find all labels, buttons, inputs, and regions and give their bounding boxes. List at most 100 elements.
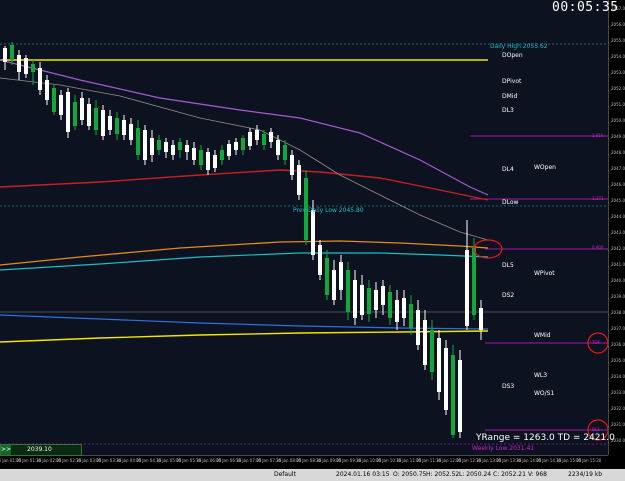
price-tick-label: 2036.08 (611, 342, 625, 347)
candle-body (227, 144, 231, 156)
ma-cyan-curve (0, 252, 489, 271)
candle-body (66, 92, 70, 132)
candle-body (178, 142, 182, 150)
status-datetime: 2024.01.16 03:15 (336, 471, 390, 478)
dl5-label: DL5 (502, 262, 514, 269)
candle-body (164, 142, 168, 152)
candle-body (31, 64, 35, 72)
price-tick-label: 2032.08 (611, 406, 625, 411)
price-tab-value: 2039.10 (27, 446, 52, 453)
candle-body (332, 270, 336, 300)
price-tick-label: 2053.08 (611, 70, 625, 75)
candle-body (129, 124, 133, 140)
candle-body (409, 304, 413, 328)
candle-body (192, 148, 196, 160)
time-tick-label: 16 Jan 15:30 (576, 458, 602, 463)
ma-purple-curve (0, 59, 489, 196)
time-axis[interactable]: 16 Jan 01:0016 Jan 01:3016 Jan 02:0016 J… (0, 455, 608, 470)
price-plot[interactable] (0, 0, 608, 455)
candle-body (87, 104, 91, 126)
status-profile: Default (274, 471, 296, 478)
candle-body (94, 108, 98, 130)
candle-body (80, 98, 84, 120)
candle-body (185, 145, 189, 152)
candle-body (276, 140, 280, 155)
candle-body (346, 270, 350, 312)
candle-body (325, 258, 329, 295)
dmid-label: DMid (502, 93, 518, 100)
price-tick-label: 2055.08 (611, 38, 625, 43)
dl3-label: DL3 (502, 107, 514, 114)
candle-body (311, 210, 315, 255)
candle-body (199, 150, 203, 165)
dl4-label: DL4 (502, 166, 514, 173)
dpivot-label: DPivot (502, 78, 522, 85)
candle-body (213, 155, 217, 168)
status-low: L: 2050.24 (459, 471, 492, 478)
price-tick-label: 2046.08 (611, 182, 625, 187)
candle-body (136, 128, 140, 155)
candle-body (122, 120, 126, 135)
candle-body (451, 355, 455, 435)
candle-body (269, 132, 273, 142)
candle-body (318, 245, 322, 275)
price-tick-label: 2037.08 (611, 326, 625, 331)
tag-e: DL1 (592, 427, 600, 432)
candle-body (45, 80, 49, 100)
status-volume: V: 968 (528, 471, 547, 478)
candle-body (297, 165, 301, 195)
price-tick-label: 2034.08 (611, 374, 625, 379)
candle-body (220, 150, 224, 160)
price-tick-label: 2049.08 (611, 134, 625, 139)
dlow-label: DLow (502, 199, 519, 206)
price-tick-label: 2043.08 (611, 230, 625, 235)
dopen-label: DOpen (502, 52, 523, 59)
range-readout: YRange = 1263.0 TD = 2421.0 (476, 433, 615, 443)
candle-body (465, 250, 469, 326)
ds2-label: DS2 (502, 292, 515, 299)
ma-red-curve (0, 169, 489, 201)
candle-body (353, 280, 357, 318)
candle-body (423, 320, 427, 365)
price-axis[interactable]: 2057.082056.082055.082054.082053.082052.… (608, 0, 625, 455)
candle-body (360, 285, 364, 315)
price-tick-label: 2044.08 (611, 214, 625, 219)
candle-body (59, 95, 63, 115)
price-tick-label: 2040.08 (611, 278, 625, 283)
daily-high-label: Daily High 2055.62 (490, 43, 548, 50)
status-open: O: 2050.75 (393, 471, 427, 478)
price-tick-label: 2045.08 (611, 198, 625, 203)
price-tick-label: 2041.08 (611, 262, 625, 267)
price-tick-label: 2039.08 (611, 294, 625, 299)
status-high: H: 2052.52 (426, 471, 460, 478)
expand-arrow-icon[interactable]: >> (1, 445, 11, 455)
candle-body (73, 102, 77, 126)
wopen-label: WOpen (534, 164, 556, 171)
price-tick-label: 2047.08 (611, 166, 625, 171)
candle-body (262, 134, 266, 145)
candle-body (108, 116, 112, 130)
candle-body (3, 48, 7, 62)
candle-timer: 00:05:35 (552, 0, 619, 15)
ma-orange-curve (0, 240, 489, 266)
ma-yellow-curve (0, 330, 489, 343)
candle-body (17, 55, 21, 72)
candle-body (430, 330, 434, 372)
price-tab[interactable]: >> 2039.10 (0, 444, 82, 456)
candle-body (101, 110, 105, 136)
tag-d: TOF (592, 340, 600, 345)
ds3-label: DS3 (502, 383, 515, 390)
price-tick-label: 2048.08 (611, 150, 625, 155)
price-tick-label: 2042.08 (611, 246, 625, 251)
ma-blue-curve (0, 314, 489, 330)
price-tick-label: 2056.08 (611, 22, 625, 27)
candle-body (283, 145, 287, 160)
price-tick-label: 2052.08 (611, 86, 625, 91)
wo-s1-label: WO/S1 (534, 390, 555, 397)
price-tick-label: 2033.08 (611, 390, 625, 395)
candle-body (388, 292, 392, 318)
candle-body (241, 138, 245, 150)
candle-body (395, 300, 399, 322)
candle-body (234, 142, 238, 150)
trading-chart[interactable]: 2057.082056.082055.082054.082053.082052.… (0, 0, 625, 481)
